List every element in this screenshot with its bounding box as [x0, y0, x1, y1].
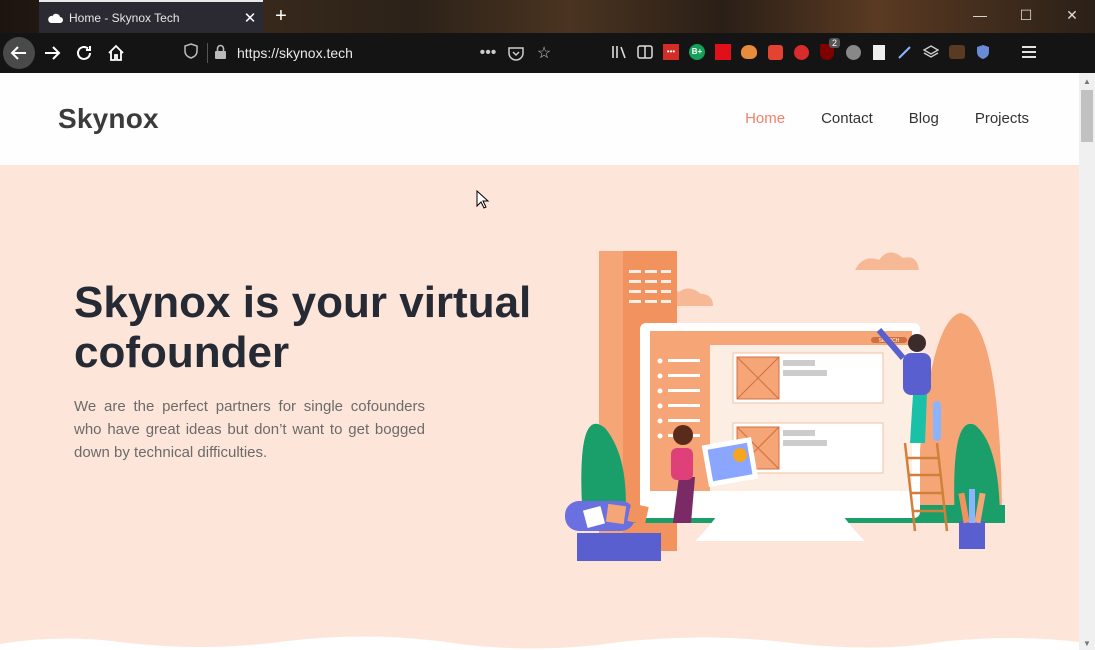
site-logo[interactable]: Skynox	[58, 103, 159, 135]
owl-icon[interactable]	[739, 41, 759, 63]
lastpass-icon[interactable]: •••	[661, 41, 681, 63]
bookmark-star-icon[interactable]: ☆	[534, 41, 554, 65]
maximize-icon[interactable]: ☐	[1003, 0, 1049, 33]
urlbar-separator	[207, 43, 208, 63]
arrow-right-icon	[45, 46, 61, 60]
minimize-icon[interactable]: —	[957, 0, 1003, 33]
pocket-icon[interactable]	[506, 41, 526, 65]
tomato-icon[interactable]	[791, 41, 811, 63]
back-button[interactable]	[3, 37, 35, 69]
ublock-badge: 2	[828, 38, 840, 48]
todoist-icon[interactable]	[765, 41, 785, 63]
menu-item-home[interactable]: Home	[745, 110, 785, 127]
tab-title: Home - Skynox Tech	[69, 10, 180, 25]
main-menu: Home Contact Blog Projects	[745, 110, 1029, 127]
cloud-favicon-icon	[47, 10, 63, 26]
mouse-cursor-icon	[476, 190, 490, 209]
notes-icon[interactable]	[869, 41, 889, 63]
fox-icon[interactable]	[947, 41, 967, 63]
navigation-toolbar: https://skynox.tech ••• ☆ ••• B+ 2	[0, 33, 1095, 73]
hero-description: We are the perfect partners for single c…	[74, 398, 425, 461]
shield-ext-icon[interactable]	[973, 41, 993, 63]
menu-item-blog[interactable]: Blog	[909, 110, 939, 127]
page-viewport: Skynox Home Contact Blog Projects Skynox…	[0, 73, 1079, 650]
scroll-thumb[interactable]	[1081, 90, 1093, 142]
active-tab[interactable]: Home - Skynox Tech ✕	[39, 0, 263, 33]
home-button[interactable]	[100, 37, 132, 69]
scroll-up-icon[interactable]: ▲	[1083, 77, 1091, 86]
arrow-left-icon	[10, 46, 26, 60]
pocket-red-icon[interactable]	[713, 41, 733, 63]
scroll-down-icon[interactable]: ▼	[1083, 639, 1091, 648]
hamburger-menu-icon[interactable]	[1019, 41, 1039, 63]
grammarly-icon[interactable]: B+	[687, 41, 707, 63]
reload-icon	[77, 45, 91, 60]
window-controls: — ☐ ✕	[957, 0, 1095, 33]
hero-illustration: SEARCH	[565, 251, 1005, 561]
hero-title: Skynox is your virtual cofounder	[74, 278, 532, 377]
forward-button[interactable]	[36, 37, 68, 69]
ublock-icon[interactable]: 2	[817, 38, 840, 63]
close-window-icon[interactable]: ✕	[1049, 0, 1095, 33]
url-actions: ••• ☆	[478, 41, 554, 65]
vertical-scrollbar[interactable]: ▲ ▼	[1079, 73, 1095, 650]
lock-icon[interactable]	[214, 44, 227, 65]
site-header: Skynox Home Contact Blog Projects	[0, 73, 1079, 165]
extensions-toolbar: ••• B+ 2	[609, 38, 1039, 63]
menu-item-projects[interactable]: Projects	[975, 110, 1029, 127]
new-tab-icon[interactable]: +	[268, 3, 294, 29]
pen-icon[interactable]	[895, 41, 915, 63]
library-icon[interactable]	[609, 41, 629, 63]
account-icon[interactable]	[843, 41, 863, 63]
url-input[interactable]: https://skynox.tech	[237, 45, 353, 61]
menu-item-contact[interactable]: Contact	[821, 110, 873, 127]
layers-icon[interactable]	[921, 41, 941, 63]
reader-view-icon[interactable]	[635, 41, 655, 63]
hero-bottom-wave	[0, 636, 1079, 650]
tab-strip: Home - Skynox Tech ✕ + — ☐ ✕	[0, 0, 1095, 33]
more-actions-icon[interactable]: •••	[478, 41, 498, 65]
reload-button[interactable]	[68, 37, 100, 69]
tracking-shield-icon[interactable]	[184, 43, 198, 64]
home-icon	[108, 44, 124, 61]
close-tab-icon[interactable]: ✕	[237, 9, 263, 27]
